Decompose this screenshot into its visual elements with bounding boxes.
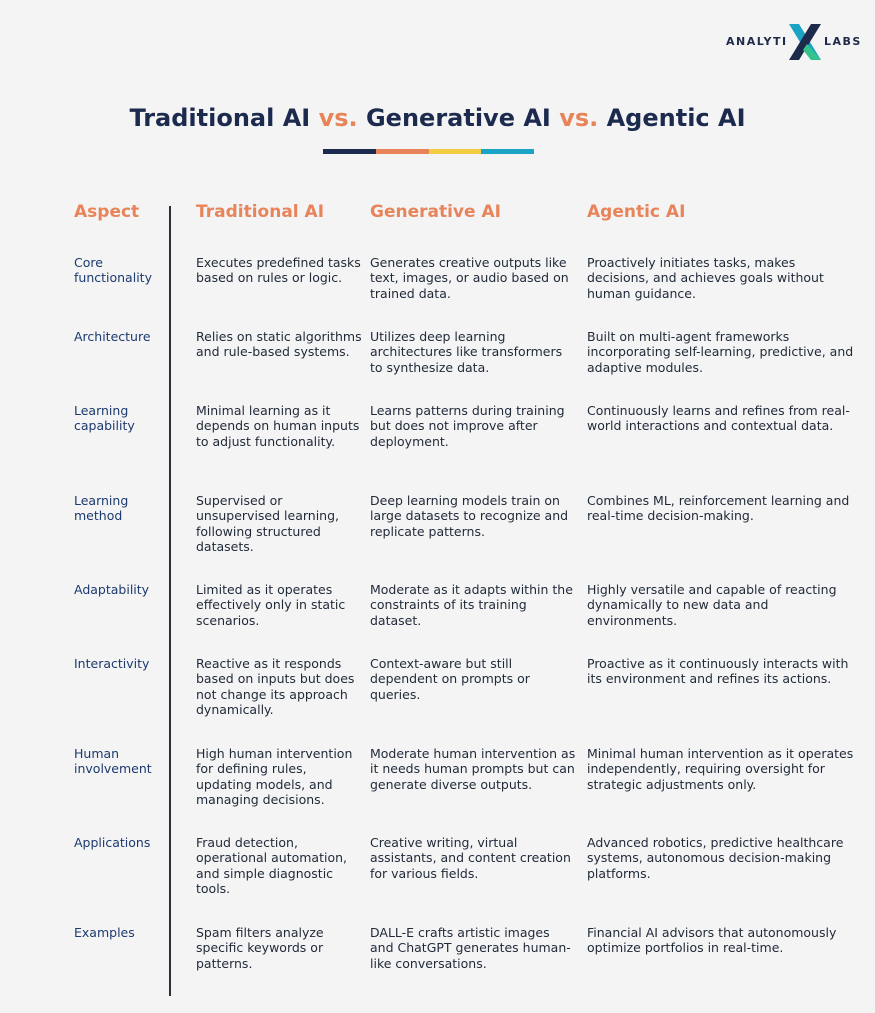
analytixlabs-logo: ANALYTI LABS <box>726 22 860 62</box>
underline-segment-blue <box>481 149 534 154</box>
cell-aspect: Adaptability <box>74 582 150 597</box>
cell-aspect: Architecture <box>74 329 151 344</box>
header-agentic: Agentic AI <box>587 202 686 222</box>
cell-agentic: Minimal human intervention as it operate… <box>587 746 854 792</box>
cell-traditional: Limited as it operates effectively only … <box>196 582 346 628</box>
cell-traditional: Reactive as it responds based on inputs … <box>196 656 355 717</box>
page-title: Traditional AI vs. Generative AI vs. Age… <box>0 104 875 132</box>
cell-generative: DALL-E crafts artistic images and ChatGP… <box>370 925 571 971</box>
cell-generative: Creative writing, virtual assistants, an… <box>370 835 571 881</box>
title-underline <box>323 149 534 154</box>
title-traditional: Traditional AI <box>129 104 311 132</box>
cell-traditional: High human intervention for defining rul… <box>196 746 353 807</box>
title-generative: Generative AI <box>365 104 551 132</box>
cell-generative: Moderate human intervention as it needs … <box>370 746 576 792</box>
cell-generative: Moderate as it adapts within the constra… <box>370 582 573 628</box>
cell-aspect: Applications <box>74 835 151 850</box>
cell-aspect: Learning method <box>74 493 129 524</box>
cell-agentic: Proactively initiates tasks, makes decis… <box>587 255 824 301</box>
cell-aspect: Human involvement <box>74 746 152 777</box>
cell-aspect: Examples <box>74 925 135 940</box>
cell-traditional: Fraud detection, operational automation,… <box>196 835 348 896</box>
header-traditional: Traditional AI <box>196 202 325 222</box>
header-aspect: Aspect <box>74 202 140 222</box>
column-divider <box>169 206 171 996</box>
cell-agentic: Combines ML, reinforcement learning and … <box>587 493 850 524</box>
cell-agentic: Continuously learns and refines from rea… <box>587 403 850 434</box>
cell-agentic: Proactive as it continuously interacts w… <box>587 656 849 687</box>
cell-traditional: Spam filters analyze specific keywords o… <box>196 925 324 971</box>
cell-agentic: Financial AI advisors that autonomously … <box>587 925 837 956</box>
logo-text-right: LABS <box>824 35 862 48</box>
cell-generative: Deep learning models train on large data… <box>370 493 569 539</box>
cell-agentic: Advanced robotics, predictive healthcare… <box>587 835 844 881</box>
cell-agentic: Highly versatile and capable of reacting… <box>587 582 837 628</box>
header-generative: Generative AI <box>370 202 501 222</box>
cell-generative: Utilizes deep learning architectures lik… <box>370 329 563 375</box>
logo-x-icon <box>789 24 821 60</box>
cell-generative: Learns patterns during training but does… <box>370 403 565 449</box>
title-vs-2: vs. <box>559 104 599 132</box>
cell-generative: Context-aware but still dependent on pro… <box>370 656 530 702</box>
cell-traditional: Executes predefined tasks based on rules… <box>196 255 361 286</box>
underline-segment-navy <box>323 149 376 154</box>
cell-aspect: Learning capability <box>74 403 135 434</box>
logo-text-left: ANALYTI <box>726 35 788 48</box>
cell-traditional: Relies on static algorithms and rule-bas… <box>196 329 362 360</box>
cell-aspect: Interactivity <box>74 656 150 671</box>
cell-traditional: Supervised or unsupervised learning, fol… <box>196 493 339 554</box>
cell-traditional: Minimal learning as it depends on human … <box>196 403 360 449</box>
title-agentic: Agentic AI <box>606 104 746 132</box>
cell-generative: Generates creative outputs like text, im… <box>370 255 569 301</box>
cell-aspect: Core functionality <box>74 255 152 286</box>
underline-segment-orange <box>375 149 429 154</box>
title-vs-1: vs. <box>318 104 358 132</box>
cell-agentic: Built on multi-agent frameworks incorpor… <box>587 329 854 375</box>
underline-segment-yellow <box>428 149 482 154</box>
